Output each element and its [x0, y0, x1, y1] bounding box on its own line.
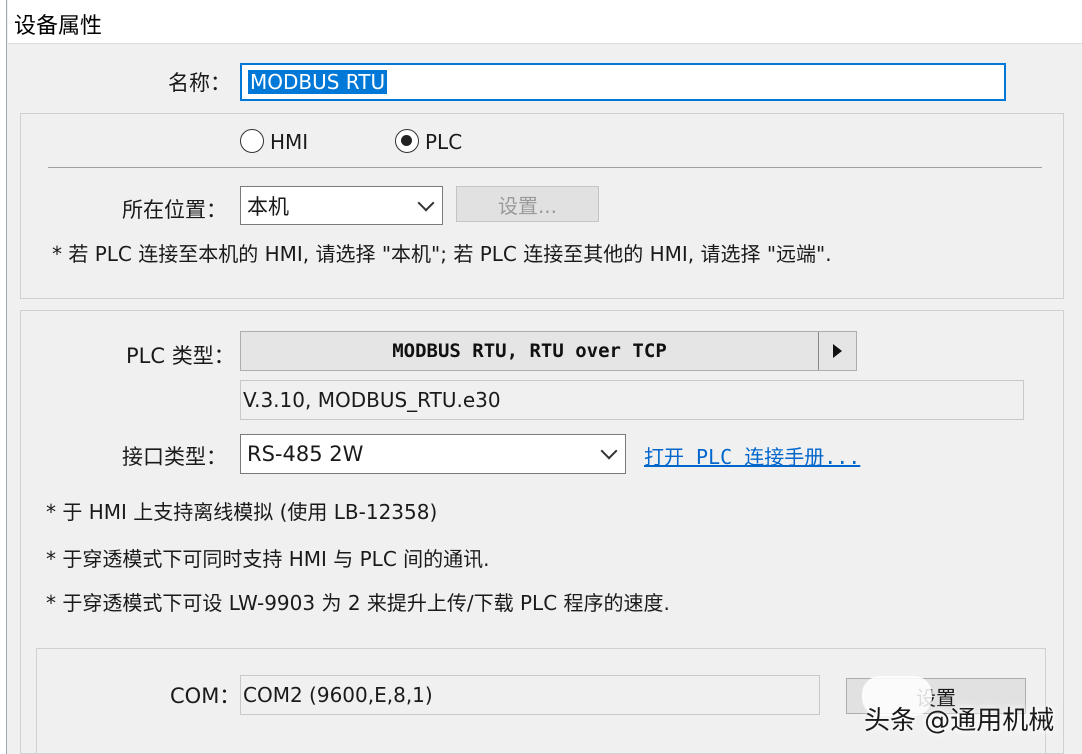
interface-type-value: RS-485 2W [247, 442, 364, 466]
chevron-down-icon [600, 442, 618, 460]
plc-type-value: MODBUS RTU, RTU over TCP [392, 340, 667, 362]
name-label: 名称： [168, 71, 231, 95]
title-bar: 设备属性 [8, 0, 1082, 44]
watermark-text: 头条 @通用机械 [864, 706, 1055, 736]
name-input-value: MODBUS RTU [248, 70, 388, 94]
interface-type-label: 接口类型： [122, 445, 227, 469]
device-properties-window: 设备属性 名称： MODBUS RTU HMI PLC 所在位置： 本机 设置.… [0, 0, 1082, 754]
plc-type-button[interactable]: MODBUS RTU, RTU over TCP [240, 331, 857, 371]
location-settings-button[interactable]: 设置... [456, 186, 599, 222]
location-label: 所在位置： [122, 198, 227, 222]
com-settings-display: COM2 (9600,E,8,1) [240, 675, 820, 715]
window-title: 设备属性 [14, 14, 103, 39]
plc-type-label: PLC 类型： [126, 344, 235, 368]
com-settings-text: COM2 (9600,E,8,1) [243, 683, 433, 707]
arrow-right-icon [818, 332, 856, 370]
note-pass-through-speed: * 于穿透模式下可设 LW-9903 为 2 来提升上传/下载 PLC 程序的速… [46, 591, 670, 615]
chevron-down-icon [417, 194, 435, 211]
plc-driver-version-text: V.3.10, MODBUS_RTU.e30 [243, 388, 501, 412]
hmi-radio[interactable] [240, 129, 264, 153]
location-note: * 若 PLC 连接至本机的 HMI, 请选择 "本机"; 若 PLC 连接至其… [52, 242, 832, 266]
com-label: COM： [170, 684, 241, 708]
hmi-radio-label[interactable]: HMI [270, 130, 308, 154]
interface-type-select[interactable]: RS-485 2W [240, 434, 626, 474]
plc-manual-link[interactable]: 打开 PLC 连接手册... [644, 441, 860, 470]
note-offline-simulation: * 于 HMI 上支持离线模拟 (使用 LB-12358) [46, 500, 438, 524]
name-input[interactable]: MODBUS RTU [240, 63, 1006, 101]
divider [48, 167, 1042, 168]
note-pass-through: * 于穿透模式下可同时支持 HMI 与 PLC 间的通讯. [46, 547, 490, 571]
plc-driver-version: V.3.10, MODBUS_RTU.e30 [240, 380, 1024, 420]
plc-radio-label[interactable]: PLC [425, 130, 462, 154]
plc-radio[interactable] [395, 129, 419, 153]
location-select[interactable]: 本机 [240, 186, 443, 225]
window-left-border [0, 0, 7, 754]
location-select-value: 本机 [247, 194, 289, 219]
